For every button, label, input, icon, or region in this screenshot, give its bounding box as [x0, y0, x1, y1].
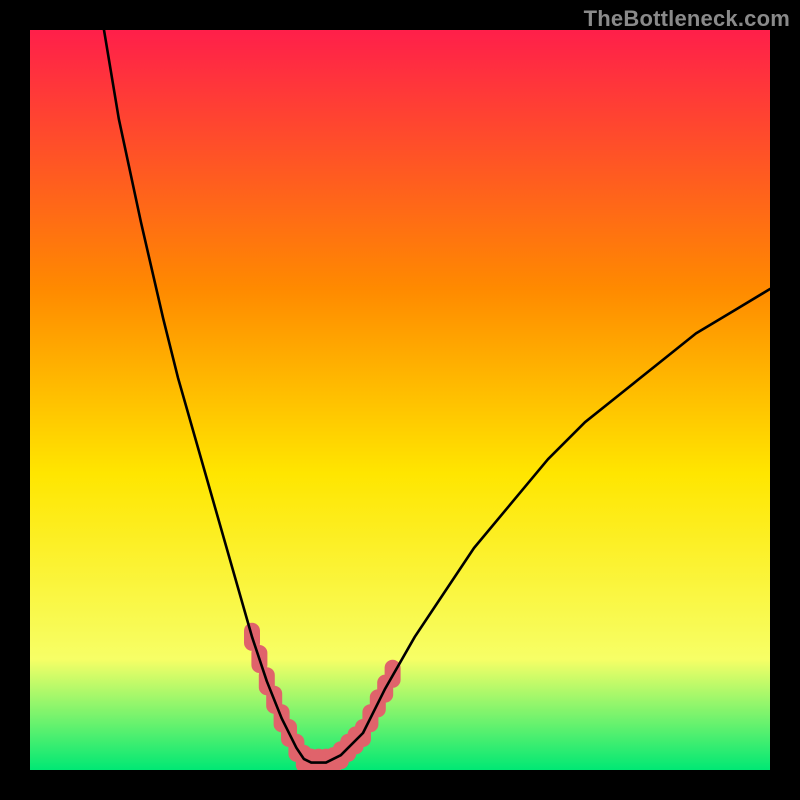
- plot-area: [30, 30, 770, 770]
- plot-svg: [30, 30, 770, 770]
- chart-stage: TheBottleneck.com: [0, 0, 800, 800]
- watermark-text: TheBottleneck.com: [584, 6, 790, 32]
- gradient-background: [30, 30, 770, 770]
